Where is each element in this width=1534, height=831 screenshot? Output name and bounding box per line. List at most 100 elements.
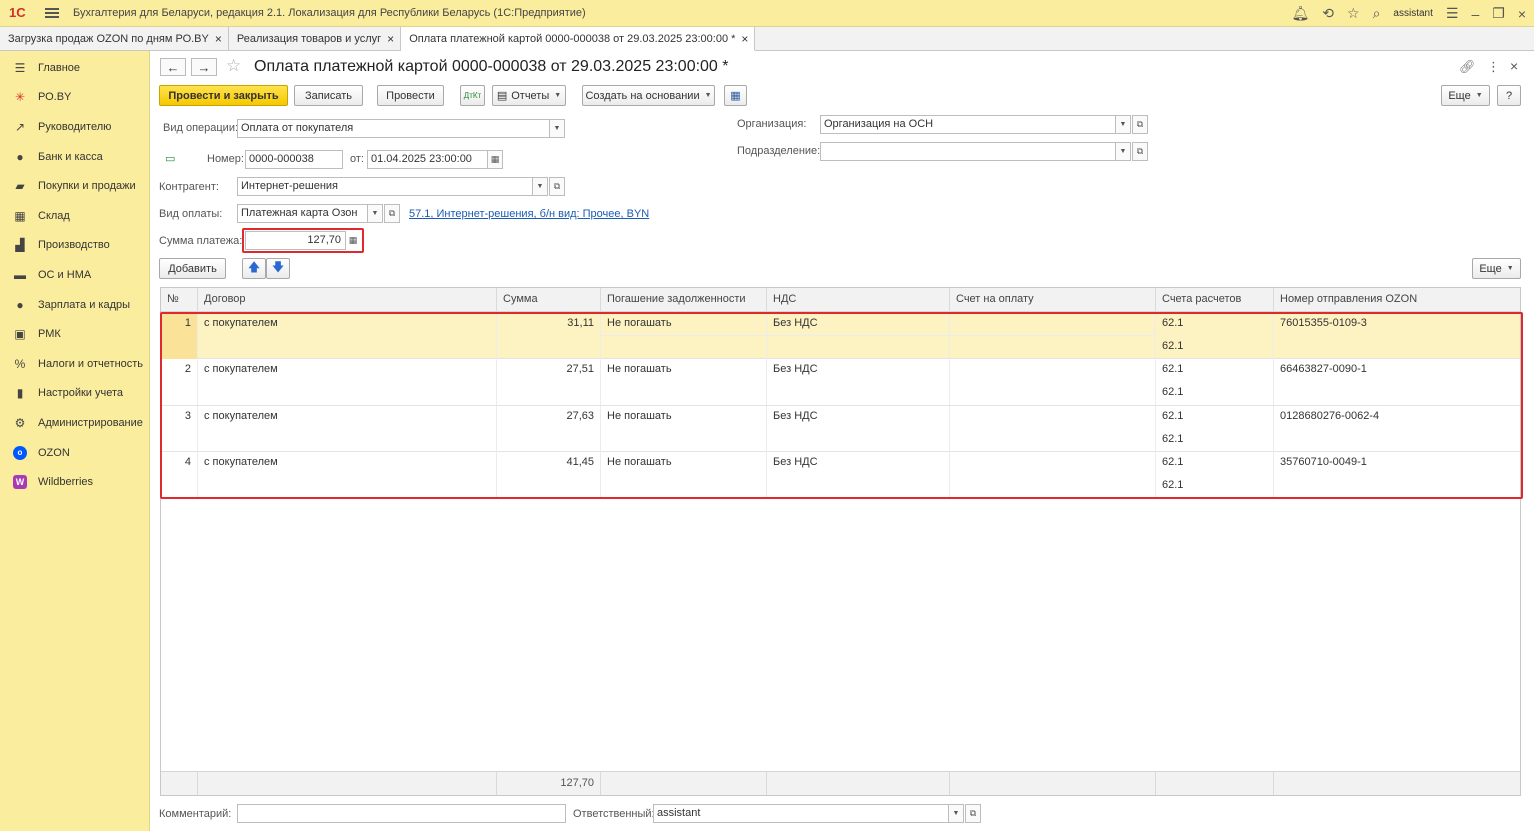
post-button[interactable]: Провести — [377, 85, 444, 106]
back-button[interactable]: ← — [160, 58, 186, 76]
sidebar-item-bank[interactable]: ● Банк и касса — [0, 142, 149, 172]
save-button[interactable]: Записать — [294, 85, 363, 106]
gear-icon: ⚙ — [14, 415, 26, 430]
reports-button[interactable]: ▤ Отчеты ▼ — [492, 85, 566, 106]
factory-icon: ▟ — [15, 238, 25, 253]
create-based-on-button[interactable]: Создать на основании ▼ — [582, 85, 715, 106]
column-header-vat[interactable]: НДС — [767, 288, 950, 312]
table-header: № Договор Сумма Погашение задолженности … — [161, 288, 1520, 312]
sidebar-item-production[interactable]: ▟ Производство — [0, 231, 149, 261]
footer-cell — [161, 772, 198, 795]
sidebar-item-wildberries[interactable]: W Wildberries — [0, 467, 149, 497]
column-header-repayment[interactable]: Погашение задолженности — [601, 288, 767, 312]
number-field[interactable]: 0000-000038 — [245, 150, 343, 169]
move-up-icon[interactable]: 🡅︎ — [242, 258, 266, 279]
chevron-down-icon[interactable]: ▼ — [1115, 115, 1131, 134]
sidebar-item-label: Банк и касса — [38, 150, 103, 163]
settings-menu-icon[interactable]: ☰ — [1446, 5, 1459, 22]
post-and-close-button[interactable]: Провести и закрыть — [159, 85, 288, 106]
close-tab-icon[interactable]: × — [741, 32, 748, 46]
more-button[interactable]: Еще ▼ — [1441, 85, 1490, 106]
column-header-invoice[interactable]: Счет на оплату — [950, 288, 1156, 312]
favorites-star-icon[interactable]: ☆ — [1347, 5, 1360, 22]
structure-icon[interactable]: ▦ — [724, 85, 747, 106]
more-label: Еще — [1448, 89, 1471, 102]
payment-accounts-link[interactable]: 57.1, Интернет-решения, б/н вид: Прочее,… — [409, 208, 649, 220]
favorite-star-icon[interactable]: ☆ — [226, 56, 241, 76]
restore-icon[interactable]: ❐ — [1492, 5, 1505, 22]
sidebar-item-label: Главное — [38, 61, 81, 74]
comment-field[interactable] — [237, 804, 566, 823]
sidebar-item-warehouse[interactable]: ▦ Склад — [0, 201, 149, 231]
counterparty-field[interactable]: Интернет-решения — [237, 177, 533, 196]
sidebar-item-ozon[interactable]: o OZON — [0, 438, 149, 468]
book-icon: ▮ — [16, 386, 24, 401]
chevron-down-icon[interactable]: ▼ — [1115, 142, 1131, 161]
chevron-down-icon[interactable]: ▼ — [532, 177, 548, 196]
division-label: Подразделение: — [737, 145, 821, 157]
sidebar-item-salary[interactable]: ● Зарплата и кадры — [0, 290, 149, 320]
sidebar-item-label: Производство — [38, 239, 110, 252]
column-header-number[interactable]: № — [161, 288, 198, 312]
more-vertical-icon[interactable]: ⋮ — [1487, 59, 1500, 75]
search-icon[interactable]: ⌕ — [1373, 5, 1381, 22]
document-form: ← → ☆ Оплата платежной картой 0000-00003… — [151, 51, 1534, 831]
chevron-down-icon[interactable]: ▼ — [367, 204, 383, 223]
sidebar-item-accounting-settings[interactable]: ▮ Настройки учета — [0, 379, 149, 409]
add-row-button[interactable]: Добавить — [159, 258, 226, 279]
operation-type-label: Вид операции: — [163, 122, 239, 134]
organization-field[interactable]: Организация на ОСН — [820, 115, 1116, 134]
table-more-button[interactable]: Еще ▼ — [1472, 258, 1521, 279]
sidebar-item-purchases-sales[interactable]: ▰ Покупки и продажи — [0, 171, 149, 201]
column-header-ozon-shipment[interactable]: Номер отправления OZON — [1274, 288, 1520, 312]
footer-cell — [601, 772, 767, 795]
open-icon[interactable]: ⧉ — [965, 804, 981, 823]
open-icon[interactable]: ⧉ — [1132, 115, 1148, 134]
column-header-settlement-accounts[interactable]: Счета расчетов — [1156, 288, 1274, 312]
minimize-icon[interactable]: – — [1471, 6, 1479, 22]
close-tab-icon[interactable]: × — [387, 32, 394, 46]
tab-card-payment[interactable]: Оплата платежной картой 0000-000038 от 2… — [401, 27, 756, 51]
sidebar-item-rmk[interactable]: ▣ РМК — [0, 319, 149, 349]
sidebar-item-administration[interactable]: ⚙ Администрирование — [0, 408, 149, 438]
history-icon[interactable]: ⟲ — [1322, 5, 1334, 22]
forward-button[interactable]: → — [191, 58, 217, 76]
help-button[interactable]: ? — [1497, 85, 1521, 106]
chevron-down-icon[interactable]: ▼ — [948, 804, 964, 823]
open-icon[interactable]: ⧉ — [1132, 142, 1148, 161]
user-name[interactable]: assistant — [1393, 8, 1432, 19]
operation-type-field[interactable]: Оплата от покупателя — [237, 119, 550, 138]
sidebar-item-label: OZON — [38, 446, 70, 459]
sidebar-item-main[interactable]: ☰ Главное — [0, 53, 149, 83]
sidebar-item-fixed-assets[interactable]: ▬ ОС и НМА — [0, 260, 149, 290]
sidebar-item-taxes[interactable]: % Налоги и отчетность — [0, 349, 149, 379]
ozon-icon: o — [13, 445, 27, 460]
rows-highlight-frame — [160, 312, 1523, 499]
column-header-sum[interactable]: Сумма — [497, 288, 601, 312]
chevron-down-icon[interactable]: ▼ — [549, 119, 565, 138]
sidebar-item-ro-by[interactable]: ✳ РО.BY — [0, 83, 149, 113]
open-tabs-bar: Загрузка продаж OZON по дням РО.BY × Реал… — [0, 27, 1534, 51]
responsible-field[interactable]: assistant — [653, 804, 949, 823]
date-field[interactable]: 01.04.2025 23:00:00 — [367, 150, 488, 169]
division-field[interactable] — [820, 142, 1116, 161]
amount-highlight-frame — [242, 228, 364, 253]
column-header-contract[interactable]: Договор — [198, 288, 497, 312]
payment-type-field[interactable]: Платежная карта Озон — [237, 204, 368, 223]
sidebar-item-manager[interactable]: ↗ Руководителю — [0, 112, 149, 142]
bell-icon[interactable]: 🔔︎ — [1292, 5, 1310, 22]
open-icon[interactable]: ⧉ — [384, 204, 400, 223]
sections-sidebar: ☰ Главное ✳ РО.BY ↗ Руководителю ● Банк и ка… — [0, 51, 150, 831]
link-icon[interactable]: 🔗︎ — [1459, 59, 1476, 75]
tab-ozon-sales[interactable]: Загрузка продаж OZON по дням РО.BY × — [0, 27, 229, 51]
move-down-icon[interactable]: 🡇︎ — [266, 258, 290, 279]
open-icon[interactable]: ⧉ — [549, 177, 565, 196]
close-form-icon[interactable]: × — [1510, 58, 1518, 74]
main-menu-icon[interactable] — [45, 8, 59, 18]
close-tab-icon[interactable]: × — [215, 32, 222, 46]
dt-kt-icon[interactable]: ДтКт — [460, 85, 485, 106]
tab-goods-sales[interactable]: Реализация товаров и услуг × — [229, 27, 402, 51]
register-icon: ▣ — [14, 327, 26, 342]
close-window-icon[interactable]: × — [1518, 6, 1526, 22]
calendar-icon[interactable]: ▦ — [487, 150, 503, 169]
